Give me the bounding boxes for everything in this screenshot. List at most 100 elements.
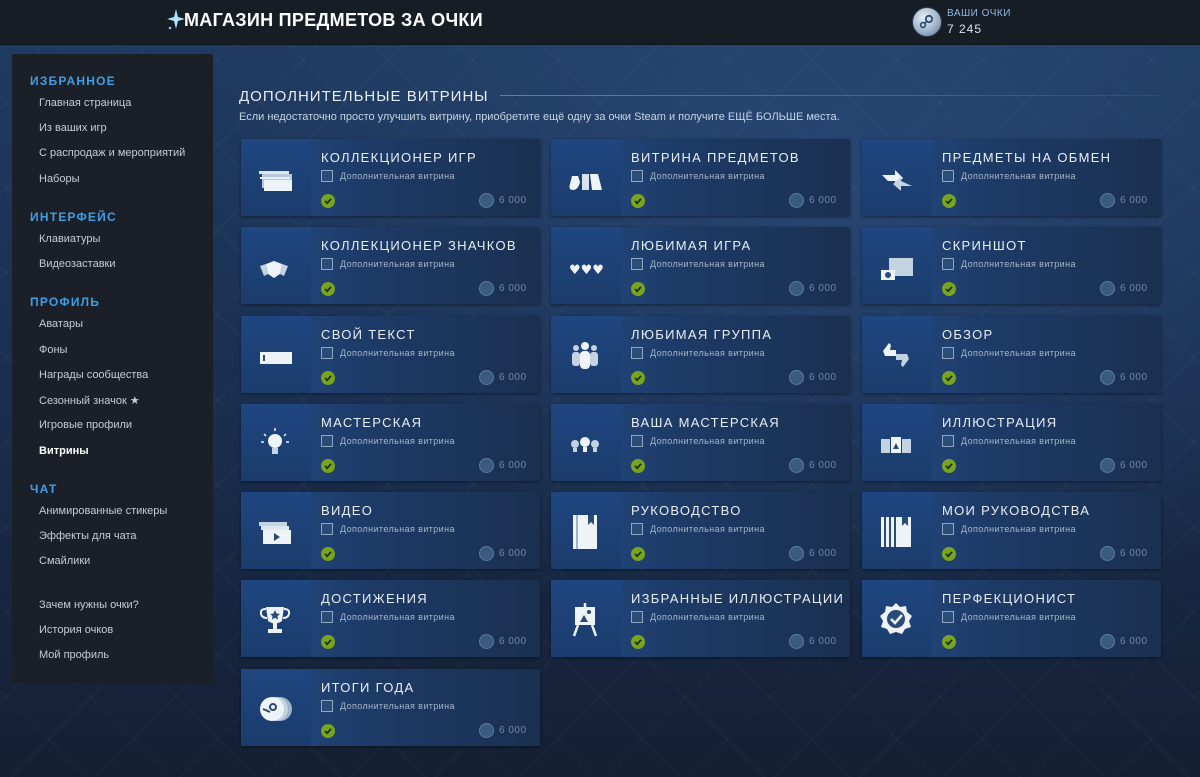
card-icon-area [551, 580, 621, 657]
showcase-card[interactable]: ИТОГИ ГОДА Дополнительная витрина 6 000 [241, 669, 540, 746]
sidebar-section-interface: ИНТЕРФЕЙС [30, 210, 117, 224]
owned-check-icon [942, 547, 956, 561]
showcase-card[interactable]: ДОСТИЖЕНИЯ Дополнительная витрина 6 000 [241, 580, 540, 657]
card-price: 6 000 [809, 460, 837, 471]
points-coin-icon [479, 723, 494, 738]
showcase-card[interactable]: РУКОВОДСТВО Дополнительная витрина 6 000 [551, 492, 850, 569]
sidebar: ИЗБРАННОЕ Главная страница Из ваших игр … [12, 54, 213, 683]
sidebar-item-showcases[interactable]: Витрины [39, 445, 89, 457]
trade-icon [882, 170, 912, 191]
owned-check-icon [942, 371, 956, 385]
sidebar-item-bundles[interactable]: Наборы [39, 173, 80, 185]
sidebar-item-community-awards[interactable]: Награды сообщества [39, 369, 148, 381]
card-title: ОБЗОР [942, 327, 994, 342]
owned-check-icon [321, 547, 335, 561]
showcase-card[interactable]: ВИДЕО Дополнительная витрина 6 000 [241, 492, 540, 569]
points-coin-icon [1100, 281, 1115, 296]
sidebar-item-avatars[interactable]: Аватары [39, 318, 83, 330]
card-subtitle: Дополнительная витрина [961, 171, 1076, 181]
card-price: 6 000 [809, 548, 837, 559]
card-price: 6 000 [1120, 460, 1148, 471]
card-icon-area [862, 580, 932, 657]
card-title: ПРЕДМЕТЫ НА ОБМЕН [942, 150, 1112, 165]
card-price: 6 000 [1120, 283, 1148, 294]
sidebar-item-points-history[interactable]: История очков [39, 624, 113, 636]
showcase-slot-icon [321, 523, 333, 535]
card-title: ПЕРФЕКЦИОНИСТ [942, 591, 1077, 606]
points-coin-icon [479, 193, 494, 208]
points-coin-icon [1100, 370, 1115, 385]
card-icon-area [862, 492, 932, 569]
showcase-slot-icon [942, 611, 954, 623]
card-icon-area [862, 139, 932, 216]
sidebar-section-profile: ПРОФИЛЬ [30, 295, 101, 309]
sidebar-section-featured: ИЗБРАННОЕ [30, 74, 116, 88]
showcase-card[interactable]: ОБЗОР Дополнительная витрина 6 000 [862, 316, 1161, 393]
sidebar-item-emoticons[interactable]: Смайлики [39, 555, 90, 567]
points-coin-icon [479, 546, 494, 561]
showcase-slot-icon [631, 170, 643, 182]
card-subtitle: Дополнительная витрина [650, 436, 765, 446]
sidebar-item-my-profile[interactable]: Мой профиль [39, 649, 109, 661]
steam-points-coin-icon [912, 7, 942, 37]
sidebar-item-why-points[interactable]: Зачем нужны очки? [39, 599, 139, 611]
showcase-slot-icon [321, 170, 333, 182]
items-showcase-icon [569, 174, 602, 190]
showcase-card[interactable]: СВОЙ ТЕКСТ Дополнительная витрина 6 000 [241, 316, 540, 393]
showcase-card[interactable]: ЛЮБИМАЯ ГРУППА Дополнительная витрина 6 00… [551, 316, 850, 393]
card-icon-area [241, 316, 311, 393]
card-title: ВИДЕО [321, 503, 374, 518]
sidebar-item-backgrounds[interactable]: Фоны [39, 344, 67, 356]
sidebar-item-seasonal-badge[interactable]: Сезонный значок ★ [39, 394, 140, 407]
showcase-card[interactable]: СКРИНШОТ Дополнительная витрина 6 000 [862, 227, 1161, 304]
card-icon-area [241, 404, 311, 481]
sidebar-item-animated-stickers[interactable]: Анимированные стикеры [39, 505, 167, 517]
card-subtitle: Дополнительная витрина [650, 612, 765, 622]
showcase-card[interactable]: КОЛЛЕКЦИОНЕР ЗНАЧКОВ Дополнительная витри… [241, 227, 540, 304]
sidebar-item-home[interactable]: Главная страница [39, 97, 131, 109]
text-box-icon [260, 352, 292, 364]
trophy-icon [259, 607, 291, 633]
points-coin-icon [789, 458, 804, 473]
showcase-card[interactable]: ПЕРФЕКЦИОНИСТ Дополнительная витрина 6 000 [862, 580, 1161, 657]
showcase-card[interactable]: МОИ РУКОВОДСТВА Дополнительная витрина 6 0… [862, 492, 1161, 569]
points-balance[interactable]: ВАШИ ОЧКИ 7 245 [912, 6, 1112, 38]
points-value: 7 245 [947, 22, 983, 36]
showcase-slot-icon [321, 347, 333, 359]
sidebar-item-startup-movies[interactable]: Видеозаставки [39, 258, 116, 270]
badge-collector-icon [260, 261, 288, 278]
points-coin-icon [1100, 193, 1115, 208]
points-coin-icon [789, 281, 804, 296]
showcase-card[interactable]: ИЛЛЮСТРАЦИЯ Дополнительная витрина 6 000 [862, 404, 1161, 481]
showcase-card[interactable]: МАСТЕРСКАЯ Дополнительная витрина 6 000 [241, 404, 540, 481]
card-icon-area [551, 492, 621, 569]
card-icon-area [551, 139, 621, 216]
showcase-card[interactable]: ПРЕДМЕТЫ НА ОБМЕН Дополнительная витрина 6… [862, 139, 1161, 216]
owned-check-icon [321, 459, 335, 473]
heading-divider [500, 95, 1160, 96]
sidebar-item-game-profiles[interactable]: Игровые профили [39, 419, 132, 431]
sidebar-item-keyboards[interactable]: Клавиатуры [39, 233, 100, 245]
card-price: 6 000 [1120, 548, 1148, 559]
showcase-card[interactable]: ВАША МАСТЕРСКАЯ Дополнительная витрина 6 0… [551, 404, 850, 481]
card-price: 6 000 [499, 372, 527, 383]
sidebar-item-from-your-games[interactable]: Из ваших игр [39, 122, 107, 134]
hearts-icon: ♥♥♥ [569, 263, 604, 278]
showcase-slot-icon [942, 523, 954, 535]
card-subtitle: Дополнительная витрина [650, 524, 765, 534]
showcase-card[interactable]: КОЛЛЕКЦИОНЕР ИГР Дополнительная витрина 6 … [241, 139, 540, 216]
points-coin-icon [479, 458, 494, 473]
owned-check-icon [321, 724, 335, 738]
card-title: ВАША МАСТЕРСКАЯ [631, 415, 780, 430]
points-coin-icon [789, 546, 804, 561]
points-coin-icon [789, 370, 804, 385]
card-subtitle: Дополнительная витрина [961, 259, 1076, 269]
card-price: 6 000 [1120, 372, 1148, 383]
showcase-card[interactable]: ♥♥♥ ЛЮБИМАЯ ИГРА Дополнительная витрина 6 0… [551, 227, 850, 304]
showcase-card[interactable]: ВИТРИНА ПРЕДМЕТОВ Дополнительная витрина 6… [551, 139, 850, 216]
showcase-slot-icon [942, 258, 954, 270]
card-icon-area [241, 227, 311, 304]
sidebar-item-chat-effects[interactable]: Эффекты для чата [39, 530, 137, 542]
sidebar-item-sales-events[interactable]: С распродаж и мероприятий [39, 147, 185, 159]
showcase-card[interactable]: ИЗБРАННЫЕ ИЛЛЮСТРАЦИИ Дополнительная витр… [551, 580, 850, 657]
